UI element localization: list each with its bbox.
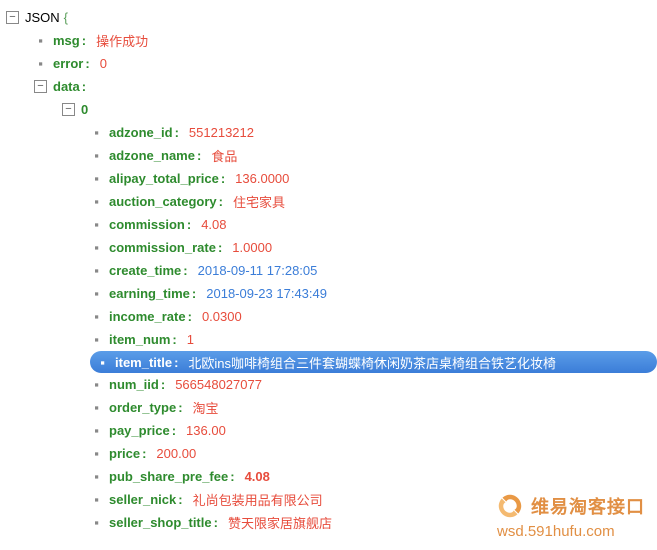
key: commission_rate [109, 240, 216, 255]
field-row[interactable]: ▪income_rate:0.0300 [6, 305, 657, 328]
bullet-icon: ▪ [90, 332, 103, 347]
bullet-icon: ▪ [90, 377, 103, 392]
key: price [109, 446, 140, 461]
field-row[interactable]: ▪pay_price:136.00 [6, 419, 657, 442]
bullet-icon: ▪ [34, 56, 47, 71]
key: pay_price [109, 423, 170, 438]
field-row[interactable]: ▪price:200.00 [6, 442, 657, 465]
value: 0 [100, 56, 107, 71]
key: adzone_name [109, 148, 195, 163]
value: 1 [187, 332, 194, 347]
key: error [53, 56, 83, 71]
bullet-icon: ▪ [90, 217, 103, 232]
bullet-icon: ▪ [90, 240, 103, 255]
value: 2018-09-11 17:28:05 [198, 263, 318, 278]
field-row[interactable]: ▪num_iid:566548027077 [6, 373, 657, 396]
value: 淘宝 [193, 398, 219, 417]
root-row[interactable]: −JSON { [6, 6, 657, 29]
field-row[interactable]: ▪create_time:2018-09-11 17:28:05 [6, 259, 657, 282]
key: commission [109, 217, 185, 232]
key: order_type [109, 400, 176, 415]
key: auction_category [109, 194, 217, 209]
field-row[interactable]: ▪alipay_total_price:136.0000 [6, 167, 657, 190]
bullet-icon: ▪ [90, 492, 103, 507]
bullet-icon: ▪ [90, 446, 103, 461]
key: pub_share_pre_fee [109, 469, 228, 484]
key: item_title [115, 355, 172, 370]
value: 136.00 [186, 423, 226, 438]
bullet-icon: ▪ [90, 194, 103, 209]
connector: { [64, 10, 68, 25]
field-row[interactable]: ▪commission_rate:1.0000 [6, 236, 657, 259]
value: 4.08 [201, 217, 226, 232]
value: 操作成功 [96, 31, 148, 50]
collapse-icon[interactable]: − [6, 11, 19, 24]
field-row[interactable]: ▪auction_category:住宅家具 [6, 190, 657, 213]
bullet-icon: ▪ [90, 469, 103, 484]
index-row[interactable]: −0 [6, 98, 657, 121]
field-row[interactable]: ▪adzone_name:食品 [6, 144, 657, 167]
field-row[interactable]: ▪earning_time:2018-09-23 17:43:49 [6, 282, 657, 305]
bullet-icon: ▪ [90, 263, 103, 278]
key: seller_nick [109, 492, 176, 507]
value: 食品 [211, 146, 237, 165]
bullet-icon: ▪ [90, 125, 103, 140]
field-row[interactable]: ▪order_type:淘宝 [6, 396, 657, 419]
bullet-icon: ▪ [90, 286, 103, 301]
field-row[interactable]: ▪pub_share_pre_fee:4.08 [6, 465, 657, 488]
field-row[interactable]: ▪error:0 [6, 52, 657, 75]
data-row[interactable]: −data: [6, 75, 657, 98]
value: 礼尚包装用品有限公司 [193, 490, 323, 509]
key: adzone_id [109, 125, 173, 140]
key: create_time [109, 263, 181, 278]
value: 0.0300 [202, 309, 242, 324]
value: 551213212 [189, 125, 254, 140]
bullet-icon: ▪ [90, 309, 103, 324]
logo-icon [495, 491, 525, 521]
value: 136.0000 [235, 171, 289, 186]
field-row[interactable]: ▪msg:操作成功 [6, 29, 657, 52]
root-label: JSON [25, 10, 60, 25]
watermark-title: 维易淘客接口 [531, 493, 645, 519]
value: 1.0000 [232, 240, 272, 255]
value: 566548027077 [175, 377, 262, 392]
key: alipay_total_price [109, 171, 219, 186]
key: seller_shop_title [109, 515, 212, 530]
field-row[interactable]: ▪commission:4.08 [6, 213, 657, 236]
watermark: 维易淘客接口 wsd.591hufu.com [495, 491, 645, 540]
collapse-icon[interactable]: − [34, 80, 47, 93]
bullet-icon: ▪ [34, 33, 47, 48]
value: 住宅家具 [233, 192, 285, 211]
key: num_iid [109, 377, 159, 392]
key: msg [53, 33, 80, 48]
bullet-icon: ▪ [90, 515, 103, 530]
value: 2018-09-23 17:43:49 [206, 286, 327, 301]
bullet-icon: ▪ [90, 400, 103, 415]
bullet-icon: ▪ [90, 148, 103, 163]
json-tree: −JSON{ ▪msg:操作成功 ▪error:0 −data: −0 ▪adz… [0, 0, 657, 534]
key: earning_time [109, 286, 190, 301]
field-row[interactable]: ▪adzone_id:551213212 [6, 121, 657, 144]
key: data [53, 79, 80, 94]
bullet-icon: ▪ [96, 355, 109, 370]
value: 北欧ins咖啡椅组合三件套蝴蝶椅休闲奶茶店桌椅组合铁艺化妆椅 [188, 353, 556, 372]
bullet-icon: ▪ [90, 423, 103, 438]
collapse-icon[interactable]: − [62, 103, 75, 116]
field-row-highlighted[interactable]: ▪item_title:北欧ins咖啡椅组合三件套蝴蝶椅休闲奶茶店桌椅组合铁艺化… [90, 351, 657, 373]
value: 4.08 [245, 469, 270, 484]
watermark-url: wsd.591hufu.com [497, 523, 645, 540]
key: item_num [109, 332, 170, 347]
field-row[interactable]: ▪item_num:1 [6, 328, 657, 351]
value: 200.00 [156, 446, 196, 461]
key: income_rate [109, 309, 186, 324]
key: 0 [81, 102, 88, 117]
value: 赞天限家居旗舰店 [228, 513, 332, 532]
bullet-icon: ▪ [90, 171, 103, 186]
